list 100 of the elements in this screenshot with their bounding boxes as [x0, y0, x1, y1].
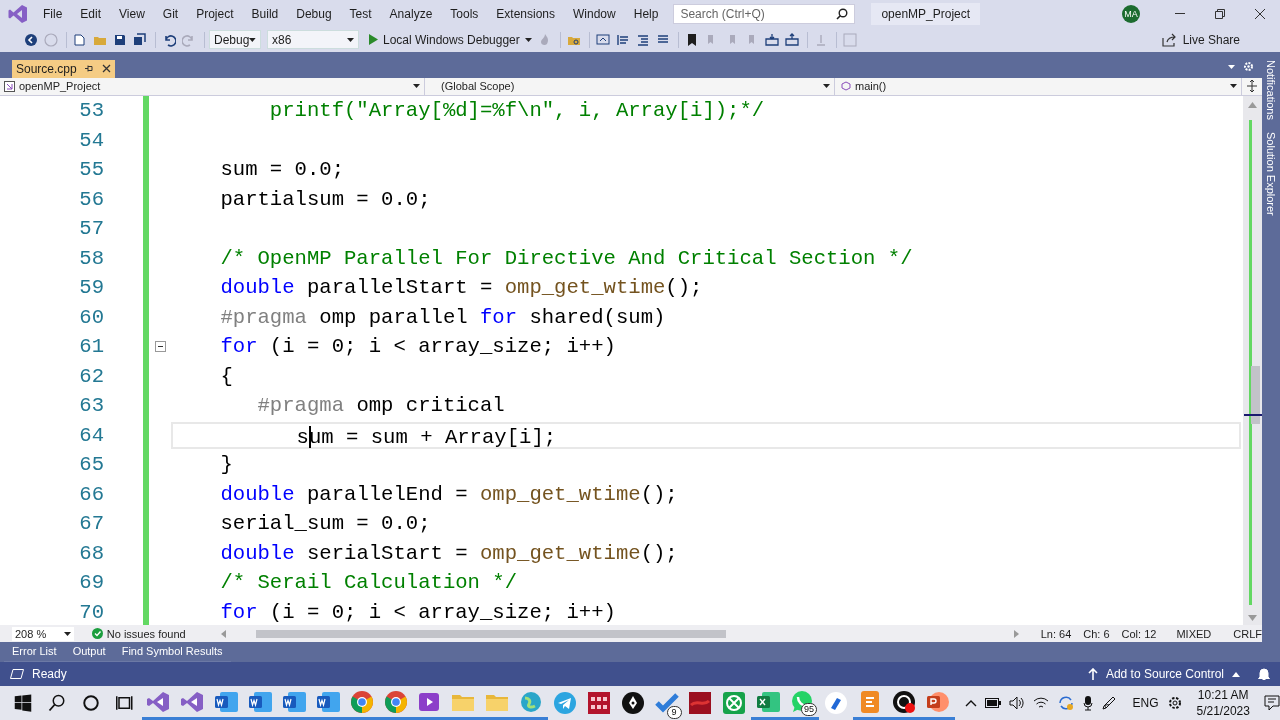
pen-icon[interactable]: [1100, 695, 1117, 711]
side-tab[interactable]: Solution Explorer: [1265, 131, 1277, 216]
redo-icon: [182, 32, 196, 47]
sync-icon[interactable]: [1056, 695, 1075, 711]
line-number: 54: [78, 128, 104, 152]
menu-item[interactable]: Git: [153, 2, 188, 25]
horizontal-scrollbar[interactable]: [221, 629, 1019, 638]
restore-icon: [1215, 8, 1225, 19]
line-number: 58: [78, 246, 104, 270]
pen-nib-icon: [620, 691, 645, 715]
microphone-icon[interactable]: [1082, 695, 1093, 711]
record-icon: [891, 689, 916, 714]
split-icon: [1247, 80, 1257, 93]
document-tab[interactable]: Source.cpp: [12, 59, 115, 78]
line-number: 53: [78, 99, 104, 123]
line-endings-indicator[interactable]: CRLF: [1233, 627, 1262, 640]
new-item-icon: [73, 32, 87, 47]
account-avatar[interactable]: MA: [1122, 4, 1140, 23]
document-icon: [248, 689, 273, 714]
language-indicator[interactable]: ENG: [1132, 696, 1159, 710]
menu-item[interactable]: Edit: [71, 2, 111, 25]
notification-count: 95: [801, 703, 817, 716]
code-line: sum = 0.0;: [219, 157, 346, 184]
column-indicator: Col: 12: [1121, 627, 1157, 640]
caret-icon: [1228, 64, 1235, 69]
close-icon: [1255, 8, 1265, 19]
scroll-right-icon[interactable]: [1013, 629, 1019, 638]
encoding-indicator[interactable]: MIXED: [1176, 627, 1212, 640]
breakpoint-out-icon: [784, 32, 799, 47]
globe-icon: [519, 689, 544, 714]
code-line: for (i = 0; i < array_size; i++): [219, 599, 617, 626]
start-debugger-button[interactable]: Local Windows Debugger: [365, 32, 536, 47]
platform-dropdown[interactable]: x86: [267, 30, 359, 49]
line-number: 69: [78, 571, 104, 595]
circle-icon: [81, 694, 100, 712]
vertical-scrollbar[interactable]: [1243, 95, 1262, 626]
menu-item[interactable]: Debug: [287, 2, 341, 25]
breakpoint-in-icon: [764, 32, 779, 47]
caret-position-marker: [1244, 413, 1262, 416]
pin-icon[interactable]: [84, 64, 94, 74]
menu-item[interactable]: View: [110, 2, 154, 25]
notification-center-icon[interactable]: [1263, 695, 1280, 711]
scroll-thumb[interactable]: [1251, 365, 1260, 424]
menu-item[interactable]: Help: [624, 2, 668, 25]
code-line: double parallelEnd = omp_get_wtime();: [219, 481, 679, 508]
back-icon: [24, 32, 38, 47]
menu-item[interactable]: Extensions: [487, 2, 565, 25]
side-tab[interactable]: Notifications: [1265, 60, 1277, 120]
notification-count: 9: [666, 706, 682, 719]
share-icon: [1161, 32, 1178, 47]
menu-item[interactable]: Project: [187, 2, 243, 25]
collapse-icon[interactable]: [154, 341, 166, 353]
configuration-dropdown[interactable]: Debug: [209, 30, 261, 49]
xbox-icon: [722, 691, 747, 715]
zoom-dropdown[interactable]: 208 %: [12, 626, 74, 641]
taskbar-app[interactable]: 95: [785, 686, 819, 720]
member-dropdown[interactable]: main(): [835, 77, 1242, 95]
line-number: 56: [78, 187, 104, 211]
menu-item[interactable]: Test: [340, 2, 381, 25]
battery-icon[interactable]: [984, 698, 1001, 708]
line-number: 55: [78, 158, 104, 182]
caret-icon: [347, 37, 354, 42]
save-icon: [113, 32, 127, 47]
wifi-icon[interactable]: [1032, 696, 1049, 710]
menu-item[interactable]: Build: [242, 2, 288, 25]
taskbar-app[interactable]: 9: [649, 686, 684, 720]
source-control-button[interactable]: Add to Source Control: [1087, 667, 1240, 681]
search-field[interactable]: Search (Ctrl+Q): [680, 6, 821, 21]
line-number: 61: [78, 335, 104, 359]
line-number: 57: [78, 217, 104, 241]
code-line: serial_sum = 0.0;: [219, 511, 432, 538]
live-share-button[interactable]: Live Share: [1161, 32, 1240, 47]
clock[interactable]: 10:21 AM 5/21/2023: [1196, 687, 1250, 719]
scope-dropdown[interactable]: (Global Scope): [425, 77, 835, 95]
scroll-left-icon[interactable]: [221, 629, 227, 638]
caret-icon: [249, 37, 256, 42]
project-icon: [4, 80, 15, 92]
code-line: partialsum = 0.0;: [219, 186, 432, 213]
chevron-up-icon[interactable]: [964, 699, 977, 707]
bell-icon[interactable]: [1258, 667, 1270, 681]
menu-item[interactable]: File: [34, 2, 72, 25]
close-icon[interactable]: [101, 64, 111, 74]
code-line: }: [219, 452, 234, 479]
speaker-icon[interactable]: [1008, 696, 1025, 710]
search-box[interactable]: Search (Ctrl+Q): [673, 3, 856, 24]
presentation-icon: [925, 689, 950, 714]
status-text: Ready: [32, 667, 67, 681]
line-number: 68: [78, 541, 104, 565]
settings-icon[interactable]: [1166, 695, 1183, 711]
issues-indicator[interactable]: No issues found: [91, 627, 222, 640]
menu-item[interactable]: Tools: [441, 2, 488, 25]
check-circle-icon: [91, 628, 103, 639]
menu-item[interactable]: Window: [564, 2, 625, 25]
menu-item[interactable]: Analyze: [380, 2, 442, 25]
project-dropdown[interactable]: openMP_Project: [0, 77, 425, 95]
time-text: 10:21 AM: [1197, 687, 1249, 703]
document-icon: [214, 689, 239, 714]
spreadsheet-icon: [756, 689, 781, 714]
code-line: printf("Array[%d]=%f\n", i, Array[i]);*/: [268, 98, 766, 125]
character-indicator: Ch: 6: [1083, 627, 1110, 640]
